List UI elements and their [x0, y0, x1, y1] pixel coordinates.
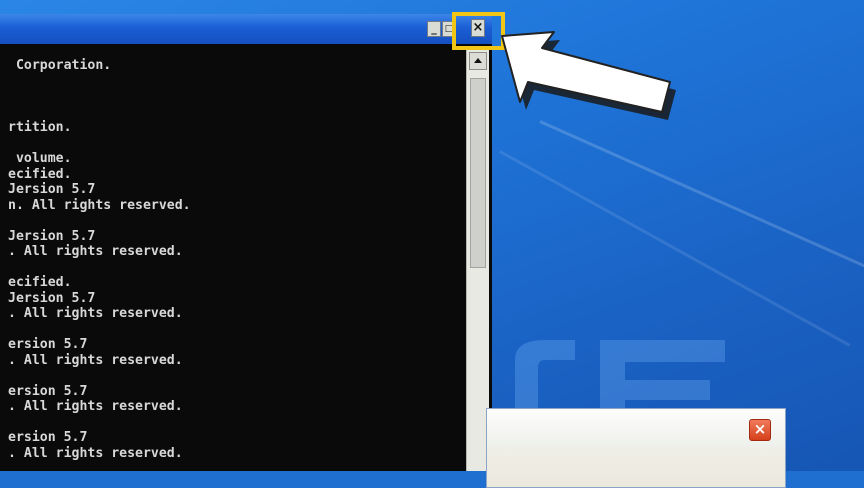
- console-line: ersion 5.7: [8, 430, 88, 445]
- console-line: n. All rights reserved.: [8, 197, 191, 213]
- console-line: Jersion 5.7: [8, 290, 96, 306]
- dialog-window[interactable]: ×: [486, 408, 786, 488]
- console-titlebar[interactable]: _ □ ×: [0, 14, 492, 44]
- console-line: volume.: [8, 151, 72, 166]
- minimize-button[interactable]: _: [427, 21, 441, 37]
- console-line: . All rights reserved.: [8, 352, 183, 368]
- console-line: ecified.: [8, 166, 72, 182]
- console-line: ecified.: [8, 275, 72, 290]
- wallpaper-streak: [539, 120, 864, 270]
- console-line: ersion 5.7: [8, 383, 88, 399]
- console-line: . All rights reserved.: [8, 445, 183, 461]
- console-line: . All rights reserved.: [8, 399, 183, 414]
- console-line: Jersion 5.7: [8, 228, 96, 244]
- console-line: rtition.: [8, 120, 72, 135]
- console-window[interactable]: _ □ × Corporation. rtition. volume. ecif…: [0, 14, 492, 471]
- console-line: . All rights reserved.: [8, 244, 183, 259]
- dialog-titlebar[interactable]: ×: [487, 409, 785, 447]
- console-line: Corporation.: [8, 58, 112, 73]
- console-line: Jersion 5.7: [8, 182, 96, 197]
- console-line: . All rights reserved.: [8, 306, 183, 321]
- console-output[interactable]: Corporation. rtition. volume. ecified. J…: [8, 58, 463, 471]
- wallpaper-logo-shape: [515, 340, 725, 420]
- console-line: ersion 5.7: [8, 337, 88, 352]
- pointer-arrow-icon: [501, 31, 676, 120]
- dialog-close-button[interactable]: ×: [749, 419, 771, 441]
